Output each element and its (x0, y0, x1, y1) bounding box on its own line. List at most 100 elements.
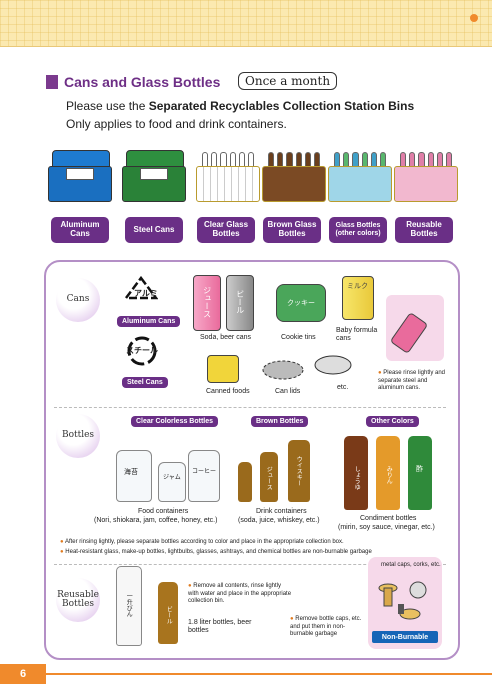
bottle-text: みりん (385, 466, 392, 484)
condiment-caption: Condiment bottles (360, 515, 417, 522)
caps-corks-icon (378, 581, 427, 620)
instruction-note: Only applies to food and drink container… (66, 117, 287, 131)
vinegar-bottle-icon: 酢 (408, 436, 432, 510)
drink-detail: (soda, juice, whiskey, etc.) (238, 517, 320, 524)
glass-jar-icon: 海苔 (116, 450, 152, 502)
instruction-bold: Separated Recyclables Collection Station… (148, 99, 415, 113)
condiment-detail: (mirin, soy sauce, vinegar, etc.) (338, 524, 435, 531)
bottles-note-2-text: Heat-resistant glass, make-up bottles, l… (65, 549, 372, 555)
jar-text: コーヒー (192, 469, 217, 475)
bin-label-aluminum: Aluminum Cans (51, 217, 109, 243)
brown-glass-crate-icon (262, 150, 326, 202)
crate-body (328, 166, 392, 202)
steel-symbol-text: スチール (126, 346, 158, 355)
soda-can-icon: ジュース (193, 275, 221, 331)
category-reusable: Reusable Bottles (56, 578, 100, 622)
bullet-dot-icon (470, 14, 478, 22)
clear-colorless-label: Clear Colorless Bottles (131, 416, 219, 427)
soda-caption: Soda, beer cans (200, 334, 251, 341)
instruction-prefix: Please use the (66, 99, 149, 113)
cookie-tin-icon: クッキー (276, 284, 326, 322)
can-text: ジュース (202, 286, 212, 318)
beer-can-icon: ビール (226, 275, 254, 331)
steel-bin-icon (122, 150, 186, 202)
food-detail: (Nori, shiokara, jam, coffee, honey, etc… (94, 517, 218, 524)
baby-caption: Baby formula cans (336, 327, 378, 343)
section-marker-icon (46, 75, 58, 89)
brown-bottle-icon: ウイスキー (288, 440, 310, 502)
canned-food-icon (207, 355, 239, 383)
bin-label-brown: Brown Glass Bottles (263, 217, 321, 243)
aluminum-cans-label: Aluminum Cans (117, 316, 181, 327)
tin-text: クッキー (287, 300, 315, 307)
lids-caption: Can lids (275, 388, 301, 395)
header-band (0, 0, 492, 47)
glass-jar-icon: コーヒー (188, 450, 220, 502)
food-caption: Food containers (138, 508, 189, 515)
bin-tag (66, 168, 94, 180)
metal-caps-label: metal caps, corks, etc. (381, 562, 441, 568)
other-glass-crate-icon (328, 150, 392, 202)
canned-caption: Canned foods (206, 388, 250, 395)
reusable-crate-icon (394, 150, 458, 202)
category-bottles: Bottles (56, 414, 100, 458)
brown-bottles-label: Brown Bottles (251, 416, 309, 427)
sake-bottle-icon: 一升びん (116, 566, 142, 646)
reusable-rinse-note: ● Remove all contents, rinse lightly wit… (188, 583, 292, 604)
can-lid-icon (314, 355, 352, 375)
jar-text: ジャム (163, 475, 181, 481)
footer-rule (46, 673, 492, 675)
soy-sauce-bottle-icon: しょうゆ (344, 436, 368, 510)
can-text: ビール (235, 290, 245, 314)
bottle-text: ジュース (265, 466, 272, 490)
bottle-text: 一升びん (125, 593, 132, 617)
bin-label-other: Glass Bottles (other colors) (329, 217, 387, 243)
section-title: Cans and Glass Bottles (64, 74, 221, 90)
bin-tag (140, 168, 168, 180)
caps-note-text: Remove bottle caps, etc. and put them in… (290, 616, 362, 637)
clear-glass-crate-icon (196, 150, 260, 202)
bottles-note-1-text: After rinsing lightly, please separate b… (64, 539, 344, 545)
reusable-rinse-text: Remove all contents, rinse lightly with … (188, 583, 292, 604)
can-text: ミルク (347, 283, 368, 290)
instruction-line: Please use the Separated Recyclables Col… (66, 99, 414, 113)
drink-caption: Drink containers (256, 508, 307, 515)
frequency-badge: Once a month (238, 72, 338, 90)
cans-tip-text: Please rinse lightly and separate steel … (378, 370, 445, 391)
can-lid-icon (262, 360, 304, 380)
jar-text: 海苔 (124, 469, 138, 476)
other-colors-label: Other Colors (366, 416, 419, 427)
baby-formula-can-icon: ミルク (342, 276, 374, 320)
page-number: 6 (0, 664, 46, 684)
category-cans: Cans (56, 278, 100, 322)
bottle-text: しょうゆ (353, 466, 360, 490)
bottles-note-2: ● Heat-resistant glass, make-up bottles,… (60, 549, 372, 555)
beer-bottle-icon: ビール (158, 582, 178, 644)
divider (54, 407, 446, 408)
etc-caption: etc. (337, 384, 349, 391)
crate-body (196, 166, 260, 202)
liter-caption: 1.8 liter bottles, beer bottles (188, 619, 252, 635)
caps-note: ● Remove bottle caps, etc. and put them … (290, 616, 362, 637)
cookie-caption: Cookie tins (281, 334, 316, 341)
mirin-bottle-icon: みりん (376, 436, 400, 510)
steel-cans-label: Steel Cans (122, 377, 168, 388)
cans-tip: ● Please rinse lightly and separate stee… (378, 370, 445, 391)
crate-body (262, 166, 326, 202)
brown-bottle-icon (238, 462, 252, 502)
bin-label-steel: Steel Cans (125, 217, 183, 243)
crate-body (394, 166, 458, 202)
bottle-text: ビール (165, 606, 172, 624)
rinsing-can-icon (389, 311, 429, 355)
glass-jar-icon: ジャム (158, 462, 186, 502)
bottle-text: ウイスキー (295, 456, 302, 486)
non-burnable-label: Non-Burnable (372, 631, 438, 643)
bottles-note-1: ● After rinsing lightly, please separate… (60, 539, 344, 545)
aluminum-symbol-text: アルミ (134, 289, 158, 298)
aluminum-bin-icon (48, 150, 112, 202)
bottle-text: 酢 (416, 466, 423, 473)
rinse-illustration (386, 295, 444, 361)
bin-label-reusable: Reusable Bottles (395, 217, 453, 243)
bin-label-clear: Clear Glass Bottles (197, 217, 255, 243)
brown-bottle-icon: ジュース (260, 452, 278, 502)
